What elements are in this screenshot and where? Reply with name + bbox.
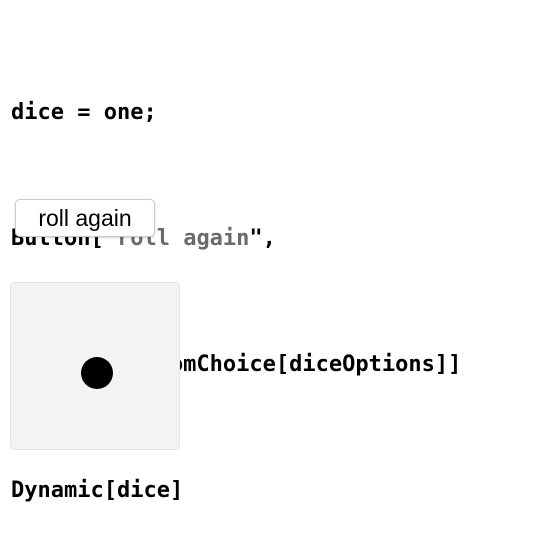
code-text: ", [249,226,276,251]
code-text: dice = one; [11,100,157,125]
code-line-1: dice = one; [11,92,461,134]
code-line-4: Dynamic[dice] [11,470,461,512]
dice-face [10,282,180,450]
dice-pip [81,357,113,389]
code-text: Dynamic[dice] [11,478,184,503]
code-input-cell[interactable]: dice = one; Button["roll again", dice = … [11,8,461,554]
roll-again-button[interactable]: roll again [15,199,155,237]
